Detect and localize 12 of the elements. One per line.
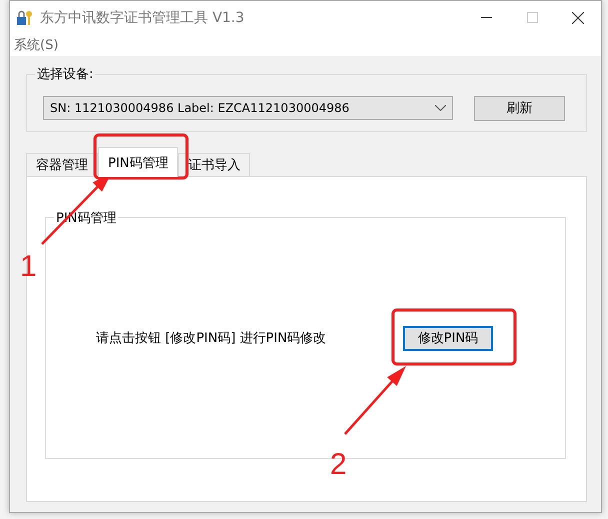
menu-item[interactable]: 系统(S) (12, 36, 60, 54)
refresh-button[interactable]: 刷新 (474, 96, 565, 120)
device-dropdown[interactable]: SN: 1121030004986 Label: EZCA1121030004986 (43, 96, 453, 120)
window-title: 东方中讯数字证书管理工具 V1.3 (40, 8, 246, 26)
change-pin-button[interactable]: 修改PIN码 (403, 326, 493, 350)
step-number: 1 (20, 250, 37, 284)
tab[interactable]: 证书导入 (178, 153, 250, 176)
tab[interactable]: PIN码管理 (98, 147, 178, 177)
instruction-text: 请点击按钮 [修改PIN码] 进行PIN码修改 (96, 330, 326, 347)
step-number: 2 (330, 448, 347, 482)
tab[interactable]: 容器管理 (26, 153, 98, 176)
group-title: 选择设备: (35, 65, 96, 83)
